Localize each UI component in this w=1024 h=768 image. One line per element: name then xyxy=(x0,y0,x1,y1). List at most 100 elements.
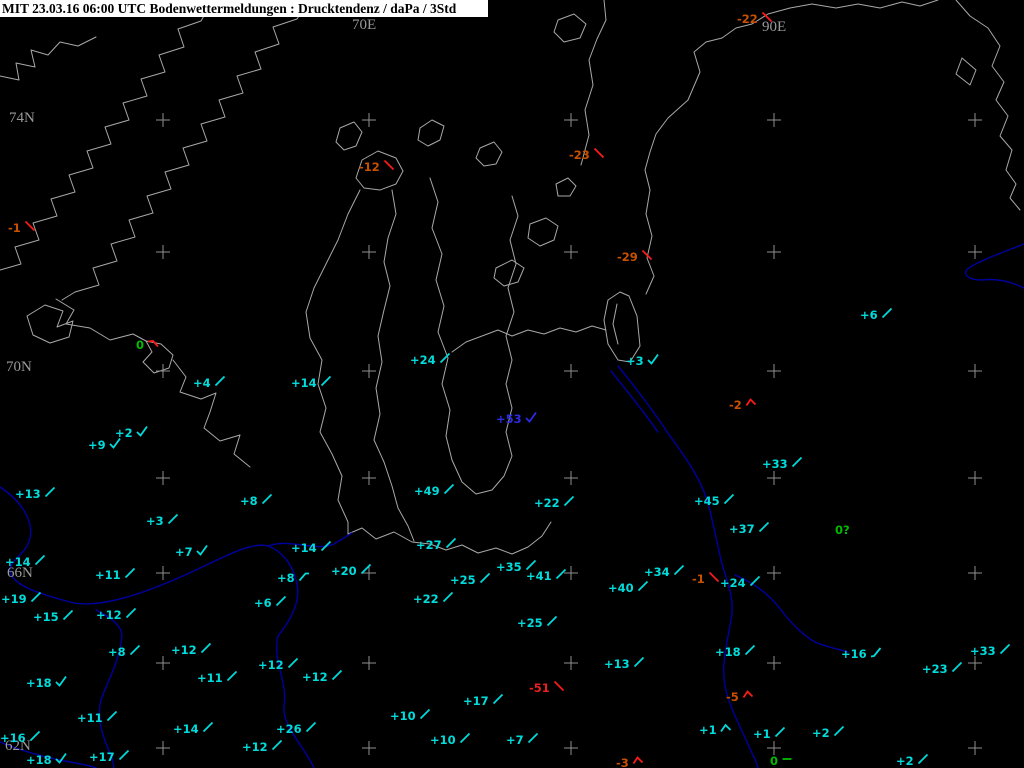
tendency-rise-icon xyxy=(758,521,770,533)
station-report: +37 xyxy=(729,523,770,535)
pressure-tendency-value: +15 xyxy=(33,611,59,623)
station-report: -5 xyxy=(726,691,754,703)
station-report: +6 xyxy=(254,597,287,609)
tendency-rise-icon xyxy=(999,643,1011,655)
tendency-rise-icon xyxy=(106,710,118,722)
title-text: MIT 23.03.16 06:00 UTC Bodenwettermeldun… xyxy=(2,1,456,16)
pressure-tendency-value: +14 xyxy=(5,556,31,568)
lat-label: 70N xyxy=(6,360,32,375)
station-report: -3 xyxy=(616,757,644,768)
tendency-check-icon xyxy=(55,752,67,764)
tendency-rise-icon xyxy=(881,307,893,319)
pressure-tendency-value: +34 xyxy=(644,566,670,578)
tendency-rise-icon xyxy=(774,726,786,738)
station-report: +41 xyxy=(526,570,567,582)
station-report: +33 xyxy=(762,458,803,470)
tendency-rise-icon xyxy=(261,493,273,505)
tendency-fall-icon xyxy=(708,571,720,583)
tendency-rise-icon xyxy=(527,732,539,744)
tendency-rise-icon xyxy=(439,352,451,364)
pressure-tendency-value: +40 xyxy=(608,582,634,594)
station-report: +13 xyxy=(15,488,56,500)
station-report: 0? xyxy=(835,524,850,536)
tendency-rise-icon xyxy=(34,554,46,566)
station-report: +12 xyxy=(302,671,343,683)
pressure-tendency-value: -22 xyxy=(737,13,758,25)
station-report: +27 xyxy=(416,539,457,551)
tendency-rise-icon xyxy=(320,375,332,387)
pressure-tendency-value: +4 xyxy=(193,377,211,389)
station-report: -1 xyxy=(8,222,36,234)
pressure-tendency-value: +6 xyxy=(860,309,878,321)
tendency-hookfall-icon xyxy=(742,689,754,701)
pressure-tendency-value: +14 xyxy=(173,723,199,735)
tendency-rise-icon xyxy=(749,575,761,587)
tendency-rise-icon xyxy=(287,657,299,669)
pressure-tendency-value: +12 xyxy=(242,741,268,753)
tendency-rise-icon xyxy=(320,540,332,552)
tendency-rise-icon xyxy=(791,456,803,468)
tendency-hookrise-icon xyxy=(870,646,882,658)
tendency-rise-icon xyxy=(331,669,343,681)
pressure-tendency-value: +49 xyxy=(414,485,440,497)
tendency-rise-icon xyxy=(744,644,756,656)
tendency-rise-icon xyxy=(492,693,504,705)
station-report: +24 xyxy=(410,354,451,366)
tendency-check-icon xyxy=(109,437,121,449)
pressure-tendency-value: +1 xyxy=(753,728,771,740)
tendency-rise-icon xyxy=(214,375,226,387)
pressure-tendency-value: +11 xyxy=(77,712,103,724)
pressure-tendency-value: -2 xyxy=(729,399,742,411)
lat-label: 74N xyxy=(9,111,35,126)
pressure-tendency-value: +18 xyxy=(26,677,52,689)
tendency-rise-icon xyxy=(723,493,735,505)
station-report: +14 xyxy=(291,377,332,389)
tendency-rise-icon xyxy=(637,580,649,592)
pressure-tendency-value: 0 xyxy=(136,339,144,351)
tendency-caret-icon xyxy=(720,722,732,734)
tendency-rise-icon xyxy=(917,753,929,765)
pressure-tendency-value: +25 xyxy=(517,617,543,629)
pressure-tendency-value: +12 xyxy=(96,609,122,621)
pressure-tendency-value: +23 xyxy=(922,663,948,675)
station-report: +14 xyxy=(5,556,46,568)
tendency-rise-icon xyxy=(360,563,372,575)
pressure-tendency-value: +2 xyxy=(812,727,830,739)
tendency-steady-icon xyxy=(781,753,793,765)
station-report: +1 xyxy=(753,728,786,740)
tendency-rise-icon xyxy=(202,721,214,733)
station-report: +34 xyxy=(644,566,685,578)
rivers-layer xyxy=(0,244,1024,768)
tendency-fall-icon xyxy=(24,220,36,232)
pressure-tendency-value: +3 xyxy=(626,355,644,367)
station-report: +8 xyxy=(108,646,141,658)
tendency-rise-icon xyxy=(442,591,454,603)
pressure-tendency-value: +24 xyxy=(720,577,746,589)
station-report: +16 xyxy=(0,732,41,744)
pressure-tendency-value: 0 xyxy=(770,755,778,767)
pressure-tendency-value: +10 xyxy=(390,710,416,722)
station-report: +3 xyxy=(146,515,179,527)
station-report: +11 xyxy=(77,712,118,724)
tendency-rise-icon xyxy=(200,642,212,654)
lon-label: 70E xyxy=(352,18,376,33)
tendency-rise-icon xyxy=(563,495,575,507)
pressure-tendency-value: -3 xyxy=(616,757,629,768)
station-report: -51 xyxy=(529,682,565,694)
tendency-rise-icon xyxy=(118,749,130,761)
pressure-tendency-value: -1 xyxy=(8,222,21,234)
station-report: -2 xyxy=(729,399,757,411)
station-report: +8 xyxy=(240,495,273,507)
pressure-tendency-value: +7 xyxy=(175,546,193,558)
station-report: +13 xyxy=(604,658,645,670)
tendency-hookfall-icon xyxy=(745,397,757,409)
tendency-rise-icon xyxy=(443,483,455,495)
station-report: +12 xyxy=(96,609,137,621)
tendency-rise-icon xyxy=(62,609,74,621)
tendency-rise-icon xyxy=(951,661,963,673)
tendency-hookfall-icon xyxy=(632,755,644,767)
tendency-check-icon xyxy=(136,425,148,437)
tendency-rise-icon xyxy=(124,567,136,579)
station-report: +12 xyxy=(258,659,299,671)
pressure-tendency-value: +18 xyxy=(715,646,741,658)
